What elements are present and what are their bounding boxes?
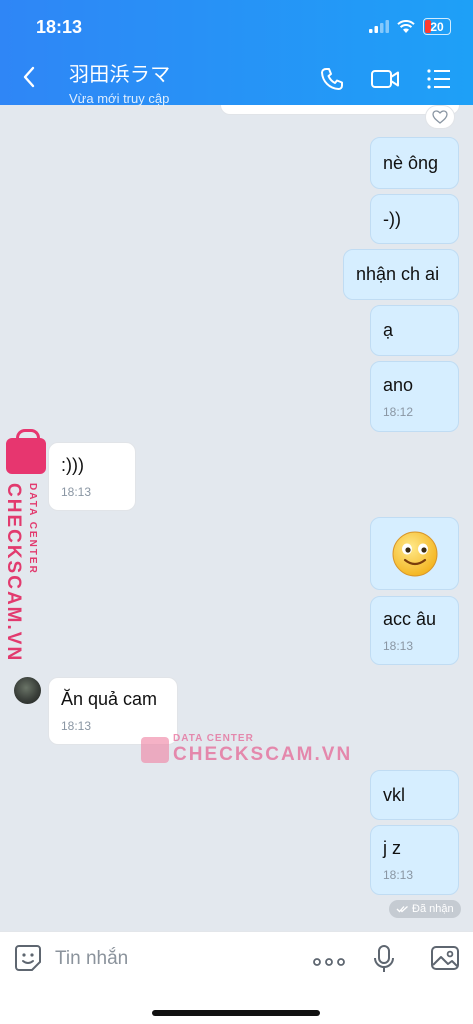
delivery-status-badge: Đã nhận bbox=[389, 900, 461, 918]
message-text: vkl bbox=[383, 784, 405, 805]
message-bubble-sent[interactable]: nè ông bbox=[370, 137, 459, 189]
signal-icon bbox=[369, 20, 389, 33]
message-text: nhận ch ai bbox=[356, 264, 440, 284]
more-options-button[interactable] bbox=[313, 954, 345, 972]
microphone-icon bbox=[374, 945, 394, 972]
wifi-icon bbox=[397, 20, 415, 33]
video-call-button[interactable] bbox=[370, 66, 400, 97]
battery-level: 20 bbox=[430, 19, 444, 34]
message-text: acc âu bbox=[383, 608, 437, 629]
watermark-center-sub: DATA CENTER bbox=[173, 733, 254, 744]
previous-message-bubble[interactable] bbox=[220, 105, 460, 115]
react-button[interactable] bbox=[425, 105, 455, 129]
message-text: nè ông bbox=[383, 152, 439, 173]
message-bubble-sent[interactable]: j z 18:13 bbox=[370, 825, 459, 895]
more-dots-icon bbox=[313, 958, 345, 966]
chat-header: 18:13 20 羽田浜ラマ Vừa mới truy cập bbox=[0, 0, 473, 106]
options-menu-button[interactable] bbox=[426, 66, 452, 97]
message-text: -)) bbox=[383, 208, 401, 229]
voice-call-button[interactable] bbox=[319, 66, 345, 97]
message-bubble-sent[interactable]: acc âu 18:13 bbox=[370, 596, 459, 665]
photo-button[interactable] bbox=[430, 944, 460, 977]
watermark-bag-icon bbox=[141, 736, 169, 763]
message-composer: Tin nhắn bbox=[0, 931, 473, 1024]
message-text: j z bbox=[383, 838, 401, 858]
chevron-left-icon bbox=[23, 66, 35, 88]
phone-icon bbox=[321, 68, 343, 90]
message-time: 18:13 bbox=[61, 484, 92, 499]
message-bubble-sent[interactable]: ano 18:12 bbox=[370, 361, 459, 432]
list-menu-icon bbox=[427, 69, 450, 89]
status-time: 18:13 bbox=[36, 17, 83, 37]
home-indicator bbox=[152, 1010, 320, 1016]
contact-status: Vừa mới truy cập bbox=[69, 91, 170, 106]
smiley-sticker-icon bbox=[392, 531, 437, 576]
message-text: ạ bbox=[383, 320, 394, 340]
watermark-brand-text: CHECKSCAM.VN bbox=[3, 483, 24, 663]
message-time: 18:12 bbox=[383, 404, 414, 419]
message-bubble-sent[interactable]: vkl bbox=[370, 770, 459, 820]
message-time: 18:13 bbox=[383, 638, 414, 653]
message-text: ano bbox=[383, 374, 414, 395]
message-bubble-sent[interactable]: nhận ch ai bbox=[343, 249, 459, 300]
video-camera-icon bbox=[371, 70, 399, 88]
contact-name: 羽田浜ラマ bbox=[69, 64, 171, 86]
message-text: :))) bbox=[61, 454, 84, 475]
status-icons: 20 bbox=[369, 18, 451, 35]
sticker-icon bbox=[15, 945, 41, 971]
message-list[interactable]: nè ông -)) nhận ch ai ạ ano 18:12 :))) 1… bbox=[0, 105, 473, 931]
message-time: 18:13 bbox=[61, 719, 92, 733]
battery-icon: 20 bbox=[423, 18, 451, 35]
watermark-center: DATA CENTER CHECKSCAM.VN bbox=[141, 733, 352, 766]
message-bubble-sent[interactable]: -)) bbox=[370, 194, 459, 244]
conversation-title-block[interactable]: 羽田浜ラマ Vừa mới truy cập bbox=[69, 58, 171, 106]
message-input[interactable]: Tin nhắn bbox=[55, 948, 128, 970]
delivery-status-text: Đã nhận bbox=[412, 903, 454, 915]
message-bubble-sent[interactable]: ạ bbox=[370, 305, 459, 356]
watermark-sub-text: DATA CENTER bbox=[27, 483, 38, 575]
image-icon bbox=[431, 946, 459, 970]
message-text: Ăn quả cam bbox=[61, 689, 158, 709]
message-bubble-received[interactable]: :))) 18:13 bbox=[48, 442, 136, 511]
emoji-button[interactable] bbox=[14, 944, 42, 977]
heart-icon bbox=[432, 110, 448, 124]
watermark-center-brand: CHECKSCAM.VN bbox=[173, 744, 353, 765]
contact-avatar[interactable] bbox=[14, 677, 41, 704]
back-button[interactable] bbox=[22, 66, 36, 93]
voice-message-button[interactable] bbox=[373, 944, 395, 979]
double-check-icon bbox=[396, 906, 408, 913]
message-bubble-sent[interactable] bbox=[370, 517, 459, 590]
message-time: 18:13 bbox=[383, 868, 414, 882]
watermark-logo bbox=[6, 429, 50, 474]
